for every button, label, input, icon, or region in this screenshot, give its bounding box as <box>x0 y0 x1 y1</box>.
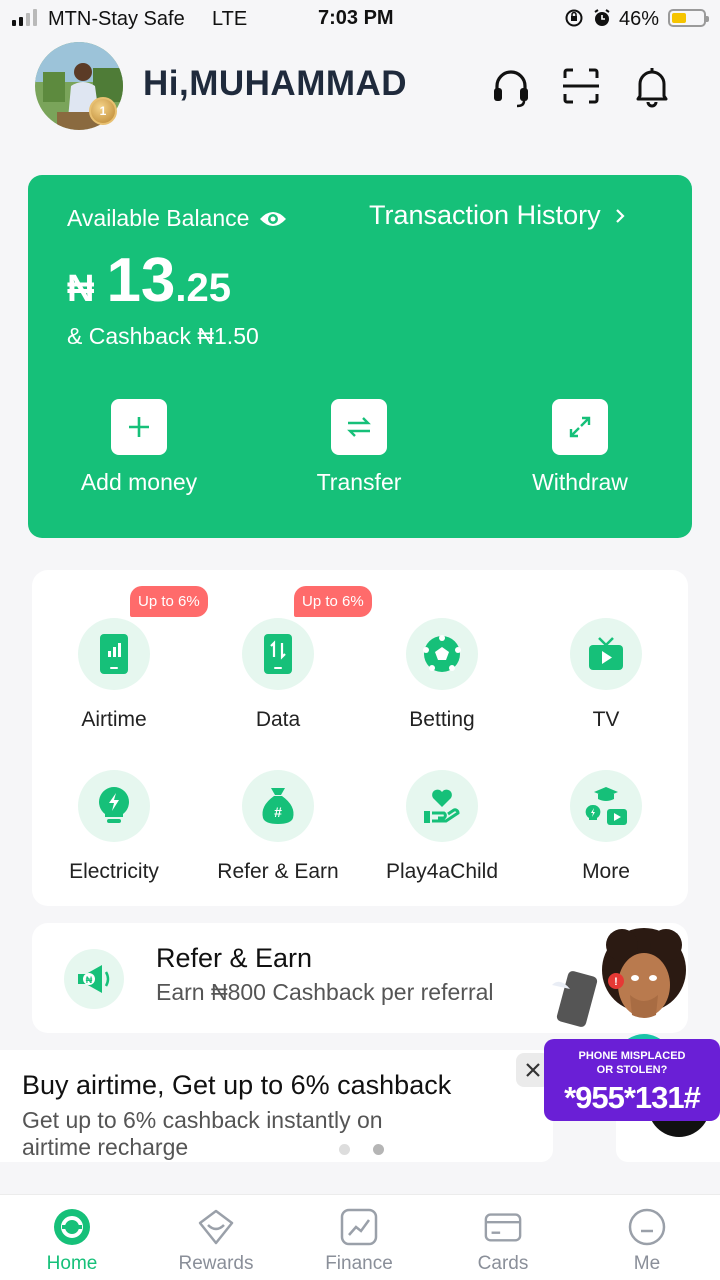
promo-badge: Up to 6% <box>294 586 372 617</box>
service-electricity[interactable]: Electricity <box>32 770 196 884</box>
promo-banner[interactable]: Buy airtime, Get up to 6% cashback Get u… <box>0 1050 553 1162</box>
add-money-label: Add money <box>80 469 198 495</box>
bulb-icon <box>99 787 129 823</box>
chevron-right-icon <box>615 208 625 223</box>
currency-symbol: ₦ <box>67 268 95 310</box>
nav-label: Home <box>46 1253 98 1274</box>
finance-chart-icon <box>340 1208 378 1246</box>
rotation-lock-icon <box>565 9 583 27</box>
transfer-arrows-icon <box>347 417 371 437</box>
card-icon <box>484 1213 522 1242</box>
close-icon <box>526 1063 540 1077</box>
nav-cards[interactable]: Cards <box>443 1207 563 1275</box>
greeting: Hi,MUHAMMAD <box>143 64 408 103</box>
cashback-balance: & Cashback ₦1.50 <box>67 323 259 349</box>
ad-callout: PHONE MISPLACED OR STOLEN? *955*131# <box>544 1039 720 1121</box>
battery-icon <box>668 9 709 27</box>
status-bar: MTN-Stay Safe LTE 7:03 PM 46% <box>0 0 720 38</box>
nav-me[interactable]: Me <box>587 1207 707 1275</box>
add-money-button[interactable]: Add money <box>59 399 219 496</box>
transaction-history-link[interactable]: Transaction History <box>369 200 625 231</box>
carrier-name: MTN-Stay Safe <box>48 8 185 30</box>
service-label: Data <box>255 708 301 731</box>
service-label: Electricity <box>69 860 159 883</box>
ad-line1: PHONE MISPLACED <box>578 1050 686 1062</box>
withdraw-arrow-icon <box>569 416 591 438</box>
carousel-dots <box>339 1144 384 1155</box>
network-type: LTE <box>212 8 248 30</box>
svg-text:!: ! <box>614 976 618 988</box>
eye-icon[interactable] <box>259 209 287 229</box>
svg-text:₦: ₦ <box>86 975 93 985</box>
nav-label: Finance <box>325 1253 393 1274</box>
service-play4achild[interactable]: Play4aChild <box>360 770 524 884</box>
transfer-button[interactable]: Transfer <box>279 399 439 496</box>
more-services-icon <box>585 787 627 825</box>
phone-data-icon <box>264 634 292 674</box>
bottom-nav: Home Rewards Finance Cards Me <box>0 1194 720 1280</box>
balance-amount: ₦ 13 .25 <box>67 245 231 316</box>
signal-icon <box>12 8 37 26</box>
refer-title: Refer & Earn <box>156 943 313 973</box>
nav-rewards[interactable]: Rewards <box>156 1207 276 1275</box>
nav-label: Rewards <box>178 1253 254 1274</box>
nav-finance[interactable]: Finance <box>299 1207 419 1275</box>
service-label: Airtime <box>81 708 147 731</box>
headset-icon[interactable] <box>489 64 533 108</box>
ad-illustration: ! <box>552 928 686 1045</box>
balance-label: Available Balance <box>67 205 250 231</box>
rank-medal-icon: 1 <box>89 97 117 125</box>
banner-title: Buy airtime, Get up to 6% cashback <box>22 1070 452 1100</box>
plus-icon <box>129 417 149 437</box>
nav-label: Me <box>633 1253 661 1274</box>
nav-home[interactable]: Home <box>12 1207 132 1275</box>
refer-subtitle: Earn ₦800 Cashback per referral <box>156 979 494 1005</box>
tv-icon <box>589 637 623 670</box>
nav-label: Cards <box>477 1253 529 1274</box>
service-betting[interactable]: Betting <box>360 618 524 732</box>
home-icon <box>54 1209 90 1245</box>
scan-icon[interactable] <box>559 64 603 108</box>
balance-decimal: .25 <box>175 266 232 310</box>
service-tv[interactable]: TV <box>524 618 688 732</box>
battery-percent: 46% <box>619 8 660 30</box>
service-label: TV <box>592 708 620 731</box>
heart-hand-icon <box>424 789 460 823</box>
service-more[interactable]: More <box>524 770 688 884</box>
service-data[interactable]: Up to 6% Data <box>196 586 372 732</box>
money-bag-icon: # <box>262 788 294 824</box>
balance-integer: 13 <box>106 246 176 315</box>
service-refer-earn[interactable]: # Refer & Earn <box>196 770 360 884</box>
service-label: Play4aChild <box>385 860 499 883</box>
ad-ussd-code: *955*131# <box>564 1080 701 1115</box>
status-time: 7:03 PM <box>318 7 394 29</box>
phone-signal-icon <box>100 634 128 674</box>
battery-level <box>672 13 686 23</box>
svg-text:#: # <box>274 804 282 820</box>
ad-line2: OR STOLEN? <box>596 1064 668 1076</box>
megaphone-icon: ₦ <box>78 965 110 993</box>
header: 1 Hi,MUHAMMAD <box>0 40 720 132</box>
balance-card: Available Balance Transaction History ₦ … <box>28 175 692 538</box>
service-label: More <box>582 860 630 883</box>
profile-icon <box>628 1208 666 1246</box>
service-label: Betting <box>409 708 475 731</box>
transfer-label: Transfer <box>316 469 402 495</box>
withdraw-label: Withdraw <box>532 469 628 495</box>
soccer-ball-icon <box>423 635 461 672</box>
bell-icon[interactable] <box>630 64 674 108</box>
service-airtime[interactable]: Up to 6% Airtime <box>32 586 208 732</box>
transaction-history-label: Transaction History <box>369 200 601 230</box>
rewards-icon <box>198 1209 234 1245</box>
promo-badge: Up to 6% <box>130 586 208 617</box>
floating-ad[interactable]: ! PHONE MISPLACED OR STOLEN? *955*131# <box>544 915 720 1145</box>
alarm-icon <box>594 9 610 26</box>
withdraw-button[interactable]: Withdraw <box>500 399 660 496</box>
service-label: Refer & Earn <box>217 860 339 883</box>
services-grid: Up to 6% Airtime Up to 6% Data Betting T… <box>32 570 688 906</box>
